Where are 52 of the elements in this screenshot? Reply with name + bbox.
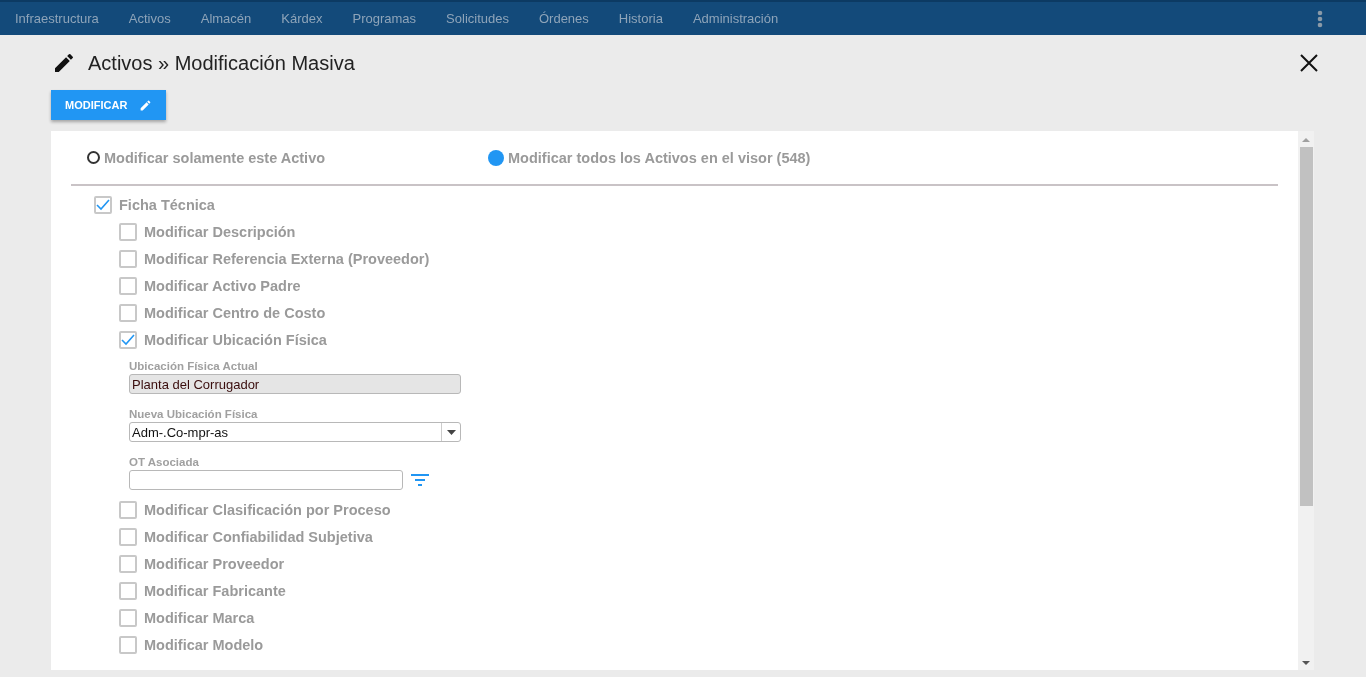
- nav-menu-item[interactable]: Infraestructura: [15, 11, 99, 26]
- checkbox-option[interactable]: Modificar Modelo: [119, 631, 1278, 658]
- radio-option[interactable]: Modificar solamente este Activo: [87, 149, 488, 166]
- checkbox[interactable]: [119, 303, 137, 322]
- checkbox-option[interactable]: Modificar Centro de Costo: [119, 299, 1278, 326]
- checkbox-option[interactable]: Modificar Fabricante: [119, 577, 1278, 604]
- field-label: Nueva Ubicación Física: [129, 407, 259, 422]
- input-field[interactable]: [129, 470, 403, 490]
- checkbox[interactable]: [119, 276, 137, 295]
- checkbox[interactable]: [119, 500, 137, 519]
- caret-icon[interactable]: [446, 429, 456, 435]
- checkbox-option[interactable]: Modificar Referencia Externa (Proveedor): [119, 245, 1278, 272]
- checkbox-option[interactable]: Modificar Descripción: [119, 218, 1278, 245]
- checkbox-option[interactable]: Modificar Ubicación Física: [119, 326, 1278, 353]
- checkbox[interactable]: [119, 249, 137, 268]
- checkbox[interactable]: [119, 527, 137, 546]
- checkbox[interactable]: [119, 222, 137, 241]
- checkbox[interactable]: [119, 330, 137, 349]
- more-menu-icon[interactable]: [1317, 9, 1323, 28]
- checkbox[interactable]: [94, 195, 112, 214]
- nav-menu-item[interactable]: Almacén: [200, 11, 252, 26]
- checkbox-option[interactable]: Modificar Clasificación por Proceso: [119, 496, 1278, 523]
- radio-icon[interactable]: [87, 151, 100, 164]
- close-icon[interactable]: [1300, 54, 1318, 72]
- pencil-icon: [139, 98, 153, 112]
- nav-menu-item[interactable]: Programas: [352, 11, 417, 26]
- checkbox[interactable]: [119, 608, 137, 627]
- field-label: Ubicación Física Actual: [129, 359, 259, 374]
- readonly-field: Planta del Corrugador: [129, 374, 461, 394]
- page-title: Activos » Modificación Masiva: [88, 51, 356, 75]
- field-label: OT Asociada: [129, 455, 200, 470]
- checkbox-option[interactable]: Ficha Técnica: [94, 191, 1278, 218]
- nav-menu-item[interactable]: Órdenes: [538, 11, 589, 26]
- nav-menu-item[interactable]: Kárdex: [281, 11, 323, 26]
- nav-menu-item[interactable]: Administración: [692, 11, 779, 26]
- dropdown-field[interactable]: Adm-.Co-mpr-as: [129, 422, 461, 442]
- checkbox[interactable]: [119, 635, 137, 654]
- checkbox-option[interactable]: Modificar Activo Padre: [119, 272, 1278, 299]
- checkbox-option[interactable]: Modificar Marca: [119, 604, 1278, 631]
- modify-button[interactable]: MODIFICAR: [51, 90, 167, 120]
- nav-menu-item[interactable]: Historia: [618, 11, 663, 26]
- checkbox[interactable]: [119, 554, 137, 573]
- scrollbar[interactable]: [1298, 131, 1314, 670]
- checkbox-option[interactable]: Modificar Confiabilidad Subjetiva: [119, 523, 1278, 550]
- nav-menu-item[interactable]: Solicitudes: [446, 11, 509, 26]
- checkbox-option[interactable]: Modificar Proveedor: [119, 550, 1278, 577]
- radio-icon[interactable]: [488, 149, 504, 166]
- pencil-icon: [52, 51, 76, 75]
- filter-icon[interactable]: [411, 473, 429, 487]
- nav-menu-item[interactable]: Activos: [128, 11, 171, 26]
- checkbox[interactable]: [119, 581, 137, 600]
- radio-option[interactable]: Modificar todos los Activos en el visor (548): [488, 149, 811, 166]
